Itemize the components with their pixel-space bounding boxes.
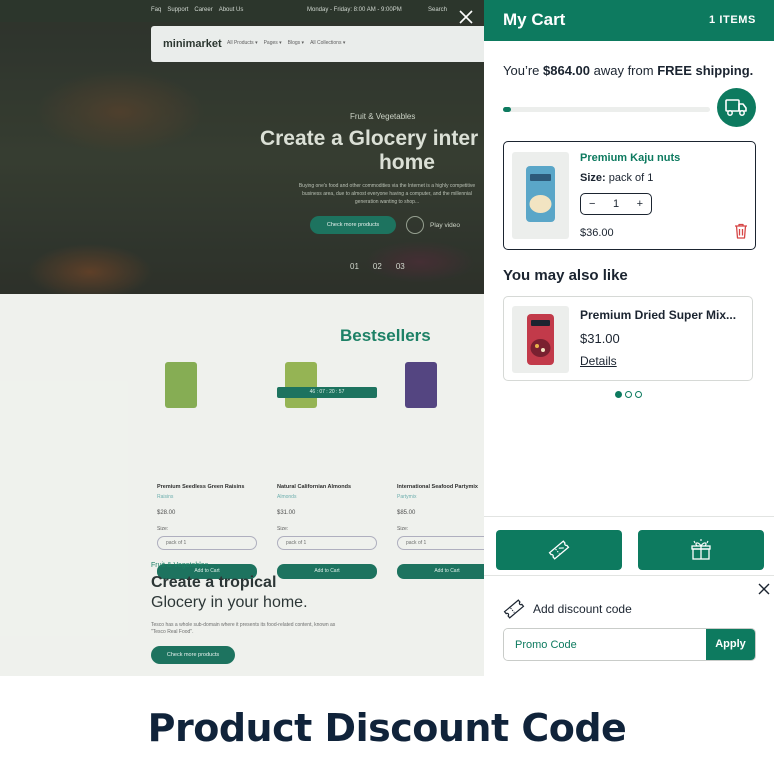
recommended-product-card: Premium Dried Super Mix... $31.00 Detail… — [503, 296, 753, 381]
recommendations-title: You may also like — [503, 267, 628, 284]
truck-icon — [717, 88, 756, 127]
cart-item-price: $36.00 — [580, 227, 614, 239]
recommendation-pager — [615, 391, 642, 398]
decrease-quantity-button[interactable]: − — [589, 198, 595, 210]
page-caption: Product Discount Code — [147, 706, 627, 750]
pager-dot[interactable] — [615, 391, 622, 398]
shipping-goal: FREE shipping. — [657, 63, 754, 78]
cart-item-image[interactable] — [512, 152, 569, 239]
promo-code-input[interactable] — [504, 629, 707, 660]
quantity-stepper: − 1 + — [580, 193, 652, 215]
gift-button[interactable] — [638, 530, 764, 570]
discount-code-panel: Add discount code Apply — [484, 575, 774, 676]
size-value: pack of 1 — [605, 172, 654, 184]
increase-quantity-button[interactable]: + — [637, 198, 643, 210]
close-icon[interactable] — [457, 8, 475, 26]
cart-title: My Cart — [503, 10, 566, 29]
pager-dot[interactable] — [635, 391, 642, 398]
ticket-icon — [548, 540, 570, 560]
close-discount-icon[interactable] — [757, 582, 771, 596]
shipping-text-prefix: You’re — [503, 63, 543, 78]
shipping-text-middle: away from — [590, 63, 658, 78]
discount-tag-icon — [503, 599, 525, 619]
gift-icon — [691, 539, 711, 560]
promo-code-form: Apply — [503, 628, 756, 661]
discount-label: Add discount code — [503, 598, 632, 620]
cart-header: My Cart 1 ITEMS — [484, 0, 774, 41]
size-label: Size: — [580, 172, 606, 184]
cart-line-item: Premium Kaju nuts Size: pack of 1 − 1 + … — [503, 141, 756, 250]
cart-item-count: 1 ITEMS — [709, 14, 756, 26]
quantity-value[interactable]: 1 — [613, 198, 619, 210]
shipping-progress-bar — [503, 107, 710, 112]
recommended-product-name[interactable]: Premium Dried Super Mix... — [580, 308, 748, 322]
coupon-button[interactable] — [496, 530, 622, 570]
pager-dot[interactable] — [625, 391, 632, 398]
cart-item-name[interactable]: Premium Kaju nuts — [580, 152, 680, 164]
shipping-remaining-amount: $864.00 — [543, 63, 590, 78]
discount-label-text: Add discount code — [533, 602, 632, 616]
cart-drawer: My Cart 1 ITEMS You’re $864.00 away from… — [484, 0, 774, 676]
recommended-product-details-link[interactable]: Details — [580, 354, 617, 368]
free-shipping-message: You’re $864.00 away from FREE shipping. — [503, 63, 753, 78]
recommended-product-price: $31.00 — [580, 331, 620, 346]
trash-icon[interactable] — [734, 223, 748, 239]
recommended-product-image[interactable] — [512, 306, 569, 373]
storefront-background: Fruit & Vegetables Create a Glocery inte… — [0, 0, 484, 676]
apply-promo-button[interactable]: Apply — [706, 629, 755, 660]
cart-item-size: Size: pack of 1 — [580, 172, 653, 184]
